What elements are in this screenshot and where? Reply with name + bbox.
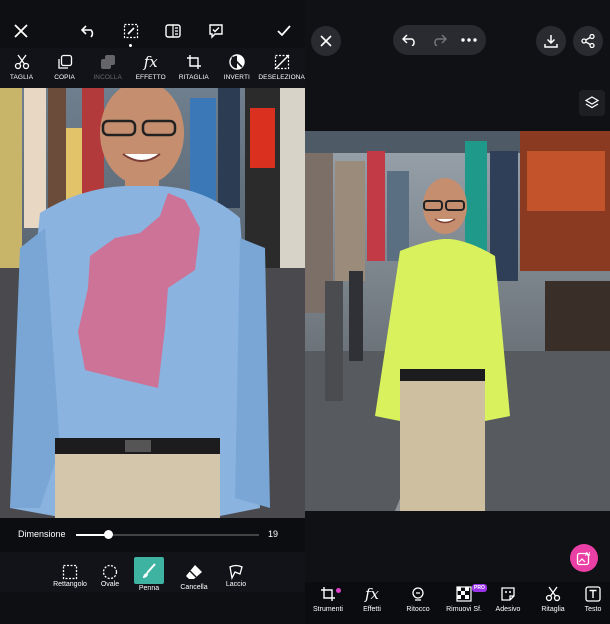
close-icon[interactable] [10,20,32,42]
eraser-icon [186,565,202,579]
slider-track [109,534,259,536]
tool-eraser[interactable]: Cancella [172,552,216,592]
selection-tools-bar: Rettangolo Ovale Penna Cancella Laccio [0,552,305,592]
fx-icon: fx [364,585,379,603]
tool-label: Cancella [180,584,208,591]
scissors-icon [545,586,561,602]
tool-label: EFFETTO [135,74,166,81]
brush-size-value: 19 [268,529,279,539]
retouch-icon [412,587,424,601]
tool-label: INVERTI [223,74,250,81]
tool-oval[interactable]: Ovale [88,552,132,592]
scissors-icon [14,54,29,70]
deselect-icon [274,54,290,70]
tool-deselect[interactable]: DESELEZIONA [258,48,305,88]
photo-canvas-selection[interactable] [0,88,305,518]
photo-scene [305,131,610,511]
tool-copy[interactable]: COPIA [43,48,86,88]
share-button[interactable] [573,26,603,56]
active-mode-dot [129,44,132,47]
tool-crop[interactable]: RITAGLIA [172,48,215,88]
more-options-icon[interactable] [459,30,479,50]
redo-icon[interactable] [429,30,449,50]
tool-label: Effetti [363,606,381,613]
copy-icon [57,54,72,69]
remove-bg-icon [456,586,472,602]
invert-icon [229,54,245,70]
tool-label: Ritocco [406,606,430,613]
bottom-tools-bar: Strumenti fx Effetti Ritocco PRO Rimuovi… [305,582,610,624]
tool-cutout[interactable]: Ritaglia [527,586,579,622]
sticker-icon [501,587,515,601]
new-indicator-dot [336,588,341,593]
photo-scene [0,88,305,518]
editor-top-bar [0,14,305,48]
text-icon [585,586,601,602]
tool-paste[interactable]: INCOLLA [86,48,129,88]
share-icon [581,34,595,48]
tool-label: Adesivo [495,606,521,613]
tool-effects[interactable]: fx Effetti [346,586,398,622]
tool-label: Testo [584,606,602,613]
tool-invert[interactable]: INVERTI [215,48,258,88]
brush-icon [143,562,156,578]
tool-rectangle[interactable]: Rettangolo [48,552,92,592]
tool-text[interactable]: Testo [573,586,610,622]
tool-label: DESELEZIONA [258,74,305,81]
tool-label: TAGLIA [9,74,34,81]
lasso-icon [229,564,243,580]
tool-label: Rettangolo [53,581,87,588]
tool-retouch[interactable]: Ritocco [392,586,444,622]
tool-effect[interactable]: fx EFFETTO [129,48,172,88]
crop-icon [186,55,201,69]
compare-icon[interactable] [162,20,184,42]
edit-selection-icon[interactable] [120,20,142,42]
tool-cut[interactable]: TAGLIA [0,48,43,88]
history-controls [393,25,486,55]
tool-label: Ovale [100,581,120,588]
brush-size-slider-handle[interactable] [104,530,113,539]
comment-check-icon[interactable] [205,20,227,42]
undo-icon[interactable] [399,30,419,50]
selection-editor-panel: TAGLIA COPIA INCOLLA fx EFFETTO RITAGLIA… [0,0,305,624]
tool-brush[interactable]: Penna [127,552,171,592]
crop-icon [321,587,335,601]
apply-check-icon[interactable] [273,20,295,42]
tool-label: Laccio [225,581,247,588]
undo-icon[interactable] [78,20,100,42]
ai-image-button[interactable]: AI [570,544,598,572]
oval-select-icon [102,564,118,580]
brush-size-label: Dimensione [18,529,66,539]
main-editor-panel: AI Strumenti fx Effetti Ritocco PRO Rimu… [305,0,610,624]
photo-canvas-result[interactable] [305,131,610,511]
fx-icon: fx [143,53,158,71]
download-icon [544,35,558,48]
tool-lasso[interactable]: Laccio [214,552,258,592]
svg-text:AI: AI [585,552,591,558]
tool-label: INCOLLA [93,74,122,81]
download-button[interactable] [536,26,566,56]
brush-size-bar: Dimensione 19 [0,518,305,552]
layers-icon [585,96,599,109]
tool-label: COPIA [54,74,75,81]
close-icon [320,35,332,47]
close-button[interactable] [311,26,341,56]
paste-icon [100,55,115,69]
selection-actions-toolbar: TAGLIA COPIA INCOLLA fx EFFETTO RITAGLIA… [0,48,305,88]
tool-label: RITAGLIA [178,74,209,81]
tool-label: Strumenti [313,606,343,613]
layers-button[interactable] [579,90,605,116]
ai-image-icon: AI [576,552,591,566]
tool-label: Rimuovi Sf. [446,606,482,613]
tool-label: Penna [138,585,160,592]
tool-label: Ritaglia [541,606,565,613]
rectangle-select-icon [62,564,78,580]
